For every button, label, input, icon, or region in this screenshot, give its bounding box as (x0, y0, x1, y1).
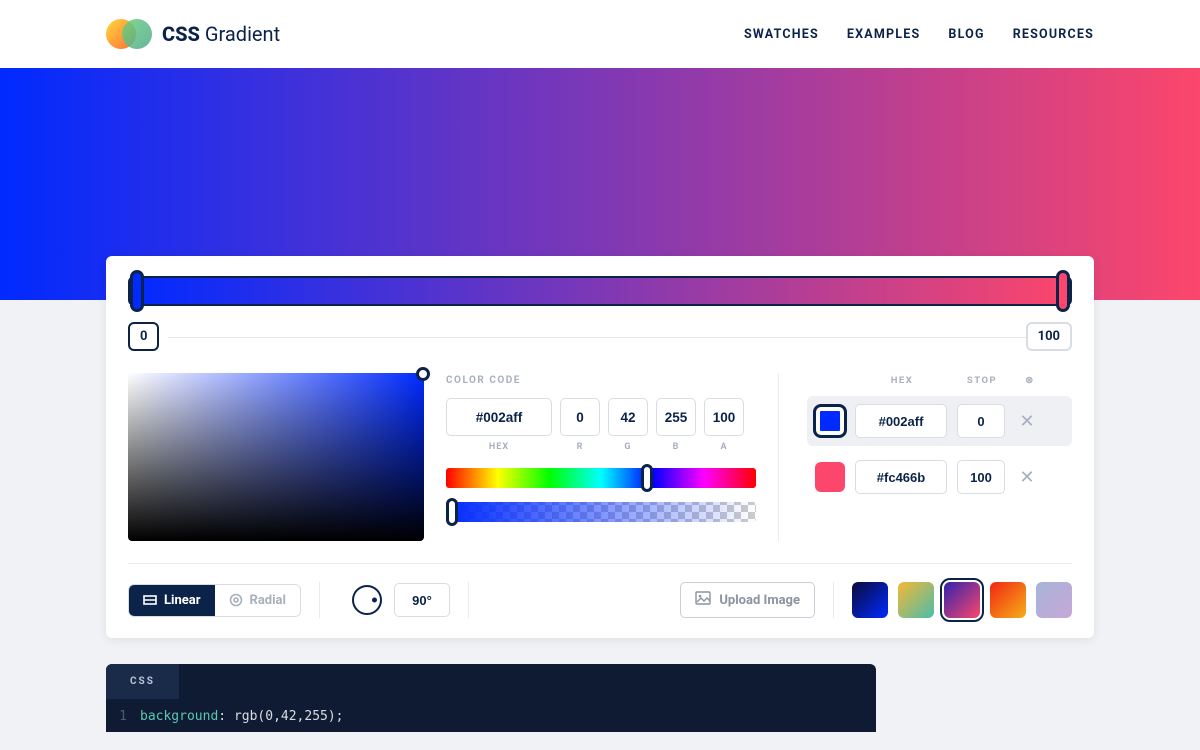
alpha-handle[interactable] (446, 498, 458, 526)
color-code-section: COLOR CODE HEX R G B A (446, 373, 756, 541)
r-input[interactable] (560, 398, 600, 436)
color-code-label: COLOR CODE (446, 375, 756, 386)
css-tab[interactable]: CSS (106, 664, 179, 699)
g-input[interactable] (608, 398, 648, 436)
preset-swatch[interactable] (1036, 582, 1072, 618)
stop-hex-input[interactable] (855, 460, 947, 494)
a-label: A (704, 442, 744, 452)
angle-dial[interactable] (352, 585, 382, 615)
nav-resources[interactable]: RESOURCES (1013, 27, 1094, 42)
preset-swatches (852, 582, 1072, 618)
stops-header-delete: ⊗ (1011, 375, 1049, 386)
editor-panel: 0 100 COLOR CODE HEX R G B A (106, 256, 1094, 638)
hex-label: HEX (446, 442, 552, 452)
stop-swatch[interactable] (815, 462, 845, 492)
stop-row[interactable]: ✕ (807, 396, 1072, 446)
radial-button[interactable]: Radial (215, 585, 300, 616)
a-input[interactable] (704, 398, 744, 436)
divider (468, 582, 469, 618)
hex-input[interactable] (446, 398, 552, 436)
upload-image-button[interactable]: Upload Image (680, 582, 815, 618)
stop-hex-input[interactable] (855, 404, 947, 438)
hue-slider[interactable] (446, 468, 756, 488)
divider (319, 582, 320, 618)
preset-swatch[interactable] (852, 582, 888, 618)
preset-swatch[interactable] (990, 582, 1026, 618)
stop-position-input[interactable] (957, 404, 1005, 438)
saturation-picker[interactable] (128, 373, 424, 541)
code-line: 1 background: rgb(0,42,255); (106, 699, 876, 732)
preset-swatch[interactable] (898, 582, 934, 618)
header: CSS Gradient SWATCHES EXAMPLES BLOG RESO… (0, 0, 1200, 68)
image-icon (695, 591, 711, 609)
stop-left-value[interactable]: 0 (128, 322, 159, 351)
nav-blog[interactable]: BLOG (948, 27, 984, 42)
linear-icon (143, 593, 157, 607)
stops-header-hex: HEX (851, 375, 953, 386)
delete-stop-icon[interactable]: ✕ (1015, 467, 1039, 488)
picker-cursor[interactable] (416, 367, 430, 381)
delete-stop-icon[interactable]: ✕ (1015, 411, 1039, 432)
stop-swatch[interactable] (815, 406, 845, 436)
stop-position-input[interactable] (957, 460, 1005, 494)
stop-position-labels: 0 100 (128, 322, 1072, 351)
gradient-slider[interactable] (128, 276, 1072, 306)
g-label: G (608, 442, 648, 452)
b-label: B (656, 442, 696, 452)
upload-label: Upload Image (719, 593, 800, 608)
logo-icon (106, 18, 152, 50)
gradient-stop-handle-1[interactable] (130, 270, 144, 312)
radial-label: Radial (250, 593, 286, 608)
divider (833, 582, 834, 618)
css-output: CSS 1 background: rgb(0,42,255); (106, 664, 876, 732)
hue-handle[interactable] (641, 464, 653, 492)
radial-icon (229, 593, 243, 607)
line-number: 1 (106, 709, 140, 724)
stop-row[interactable]: ✕ (807, 452, 1072, 502)
linear-label: Linear (164, 593, 201, 608)
b-input[interactable] (656, 398, 696, 436)
gradient-type-toggle: Linear Radial (128, 584, 301, 617)
logo[interactable]: CSS Gradient (106, 18, 280, 50)
controls-bar: Linear Radial Upload Image (128, 564, 1072, 638)
nav-swatches[interactable]: SWATCHES (744, 27, 819, 42)
logo-text: CSS Gradient (162, 22, 280, 46)
main-nav: SWATCHES EXAMPLES BLOG RESOURCES (744, 27, 1094, 42)
linear-button[interactable]: Linear (129, 585, 215, 616)
angle-input[interactable] (394, 583, 450, 617)
nav-examples[interactable]: EXAMPLES (847, 27, 920, 42)
alpha-slider[interactable] (446, 502, 756, 522)
stops-list: HEX STOP ⊗ ✕ ✕ (778, 373, 1072, 541)
stop-right-value[interactable]: 100 (1026, 322, 1072, 351)
preset-swatch[interactable] (944, 582, 980, 618)
stops-header-stop: STOP (953, 375, 1011, 386)
gradient-stop-handle-2[interactable] (1056, 270, 1070, 312)
r-label: R (560, 442, 600, 452)
